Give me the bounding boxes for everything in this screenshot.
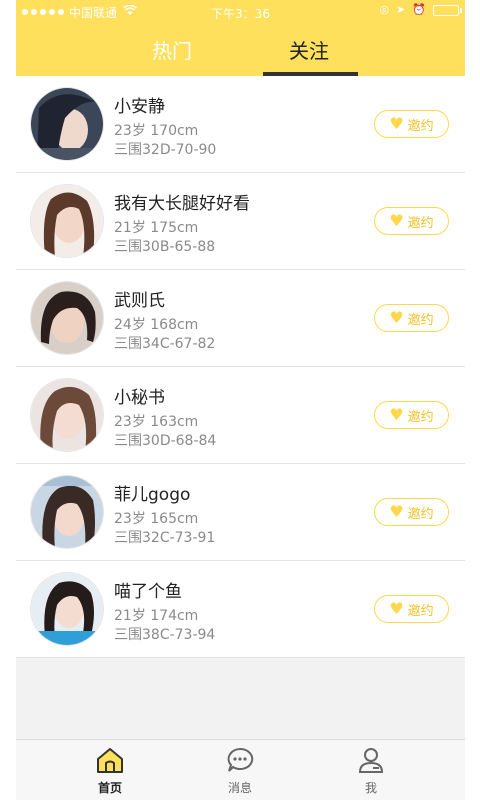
user-name: 武则氏 bbox=[114, 291, 165, 311]
invite-button[interactable]: ♥ 邀约 bbox=[374, 304, 449, 332]
status-icons: ◎ ➤ ⏰ bbox=[379, 3, 462, 17]
alarm-icon: ⏰ bbox=[412, 3, 426, 16]
heart-icon: ♥ bbox=[389, 114, 404, 133]
bottom-nav: 首页 消息 我 bbox=[16, 739, 465, 800]
heart-icon: ♥ bbox=[389, 308, 404, 327]
tab-hot[interactable]: 热门 bbox=[152, 35, 192, 64]
nav-profile-label: 我 bbox=[364, 781, 377, 795]
heart-icon: ♥ bbox=[389, 599, 404, 618]
heart-icon: ♥ bbox=[389, 405, 404, 424]
orientation-lock-icon: ◎ bbox=[379, 3, 390, 16]
user-age-height: 23岁 163cm bbox=[114, 414, 199, 430]
user-name: 菲儿gogo bbox=[114, 485, 191, 505]
user-list: 小安静 23岁 170cm 三围32D-70-90 ♥ 邀约 我有大长腿好好看 … bbox=[16, 76, 465, 658]
avatar[interactable] bbox=[31, 379, 103, 451]
user-measurements: 三围32D-70-90 bbox=[114, 142, 217, 158]
location-icon: ➤ bbox=[396, 3, 406, 16]
home-icon bbox=[95, 748, 125, 778]
user-icon bbox=[356, 748, 386, 778]
app-page: 中国联通 下午3：36 ◎ ➤ ⏰ 热门 关注 小安静 23岁 170cm 三围… bbox=[0, 0, 480, 800]
user-measurements: 三围30D-68-84 bbox=[114, 433, 217, 449]
user-measurements: 三围38C-73-94 bbox=[114, 627, 216, 643]
invite-button[interactable]: ♥ 邀约 bbox=[374, 401, 449, 429]
invite-label: 邀约 bbox=[407, 409, 434, 425]
user-age-height: 23岁 165cm bbox=[114, 511, 199, 527]
user-measurements: 三围34C-67-82 bbox=[114, 336, 216, 352]
user-age-height: 21岁 175cm bbox=[114, 220, 199, 236]
invite-label: 邀约 bbox=[407, 506, 434, 522]
invite-button[interactable]: ♥ 邀约 bbox=[374, 110, 449, 138]
heart-icon: ♥ bbox=[389, 211, 404, 230]
user-age-height: 23岁 170cm bbox=[114, 123, 199, 139]
invite-label: 邀约 bbox=[407, 118, 434, 134]
list-item[interactable]: 菲儿gogo 23岁 165cm 三围32C-73-91 ♥ 邀约 bbox=[16, 464, 465, 561]
top-tab-bar: 热门 关注 bbox=[16, 24, 465, 76]
battery-icon bbox=[433, 4, 462, 16]
invite-label: 邀约 bbox=[407, 215, 434, 231]
avatar[interactable] bbox=[31, 282, 103, 354]
user-name: 小安静 bbox=[114, 97, 165, 117]
nav-messages[interactable]: 消息 bbox=[210, 746, 270, 796]
user-measurements: 三围30B-65-88 bbox=[114, 239, 216, 255]
heart-icon: ♥ bbox=[389, 502, 404, 521]
nav-profile[interactable]: 我 bbox=[341, 746, 401, 796]
user-age-height: 24岁 168cm bbox=[114, 317, 199, 333]
message-icon bbox=[225, 747, 255, 778]
phone-screen: 中国联通 下午3：36 ◎ ➤ ⏰ 热门 关注 小安静 23岁 170cm 三围… bbox=[16, 0, 465, 800]
avatar[interactable] bbox=[31, 88, 103, 160]
invite-button[interactable]: ♥ 邀约 bbox=[374, 595, 449, 623]
status-bar: 中国联通 下午3：36 ◎ ➤ ⏰ bbox=[16, 0, 465, 24]
user-name: 小秘书 bbox=[114, 388, 165, 408]
invite-label: 邀约 bbox=[407, 603, 434, 619]
user-name: 我有大长腿好好看 bbox=[114, 194, 250, 214]
list-item[interactable]: 武则氏 24岁 168cm 三围34C-67-82 ♥ 邀约 bbox=[16, 270, 465, 367]
invite-button[interactable]: ♥ 邀约 bbox=[374, 498, 449, 526]
list-item[interactable]: 小安静 23岁 170cm 三围32D-70-90 ♥ 邀约 bbox=[16, 76, 465, 173]
tab-follow[interactable]: 关注 bbox=[289, 35, 329, 64]
nav-home-label: 首页 bbox=[97, 781, 122, 795]
user-measurements: 三围32C-73-91 bbox=[114, 530, 216, 546]
invite-label: 邀约 bbox=[407, 312, 434, 328]
nav-messages-label: 消息 bbox=[227, 781, 252, 795]
avatar[interactable] bbox=[31, 476, 103, 548]
invite-button[interactable]: ♥ 邀约 bbox=[374, 207, 449, 235]
list-item[interactable]: 我有大长腿好好看 21岁 175cm 三围30B-65-88 ♥ 邀约 bbox=[16, 173, 465, 270]
list-item[interactable]: 小秘书 23岁 163cm 三围30D-68-84 ♥ 邀约 bbox=[16, 367, 465, 464]
user-age-height: 21岁 174cm bbox=[114, 608, 199, 624]
nav-home[interactable]: 首页 bbox=[80, 746, 140, 796]
list-item[interactable]: 喵了个鱼 21岁 174cm 三围38C-73-94 ♥ 邀约 bbox=[16, 561, 465, 658]
user-name: 喵了个鱼 bbox=[114, 582, 182, 602]
avatar[interactable] bbox=[31, 573, 103, 645]
avatar[interactable] bbox=[31, 185, 103, 257]
